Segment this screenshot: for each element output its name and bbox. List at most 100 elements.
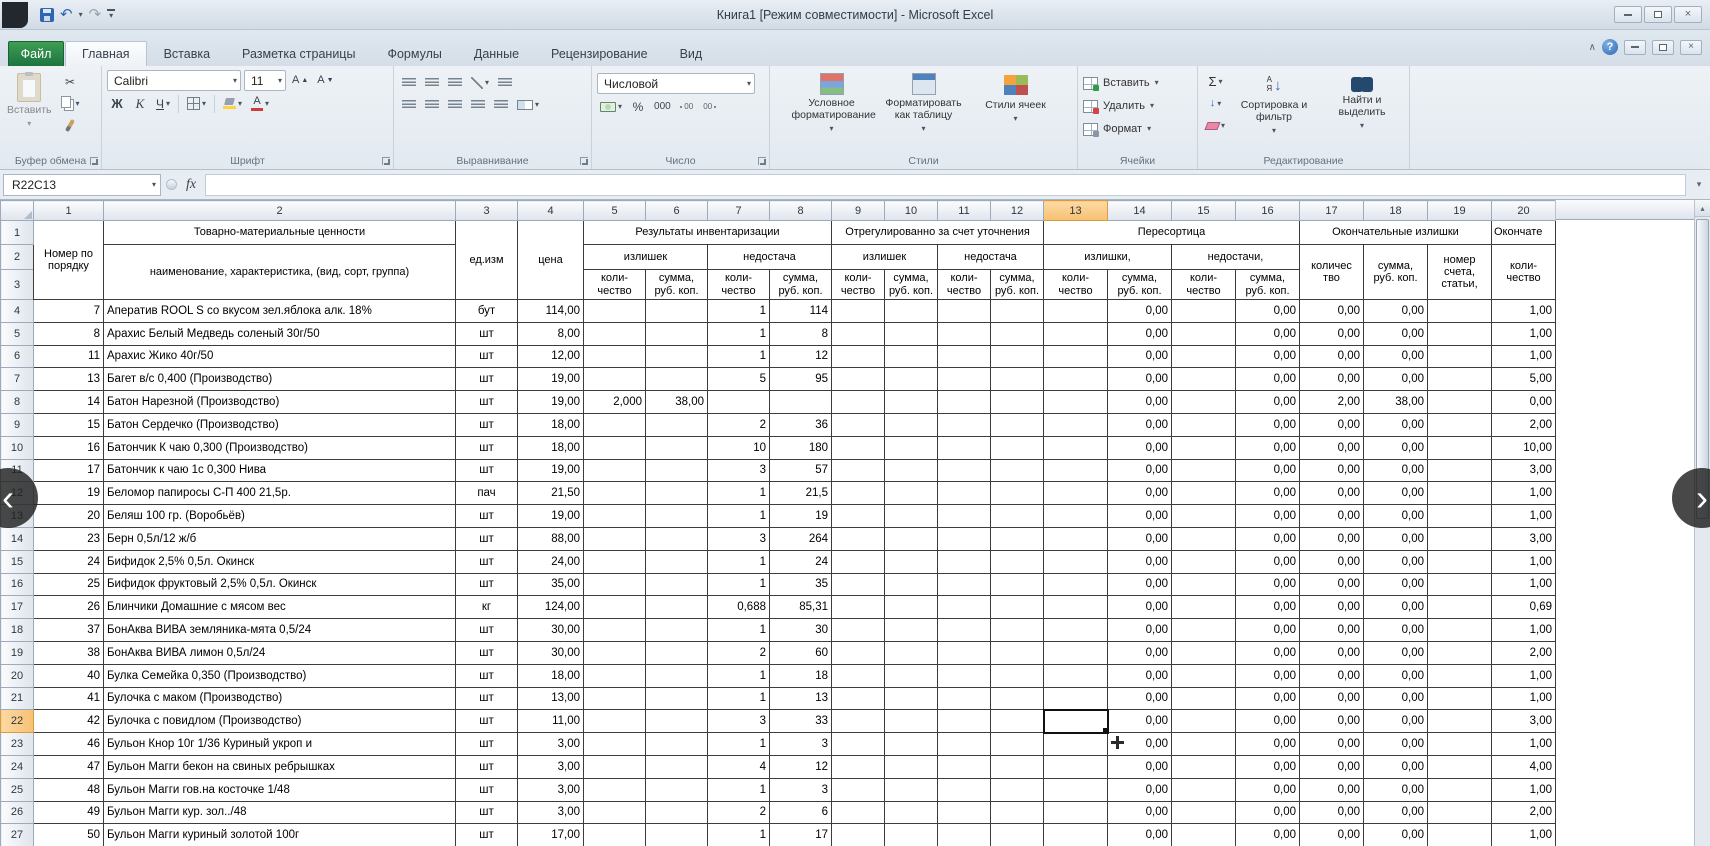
cell[interactable]: 1 <box>708 733 770 756</box>
cell[interactable] <box>1044 641 1108 664</box>
cell[interactable]: 0,00 <box>1108 619 1172 642</box>
cell[interactable]: Булочка с повидлом (Производство) <box>104 710 456 733</box>
cell[interactable]: 12,00 <box>518 345 584 368</box>
cell[interactable]: Арахис Жико 40г/50 <box>104 345 456 368</box>
column-header[interactable]: 8 <box>770 201 832 221</box>
cell[interactable]: 20 <box>34 505 104 528</box>
cell[interactable] <box>1044 664 1108 687</box>
cell[interactable] <box>991 687 1044 710</box>
cell[interactable]: шт <box>456 641 518 664</box>
cell[interactable]: 0,00 <box>1236 436 1300 459</box>
formula-input[interactable] <box>205 174 1686 196</box>
increase-decimal-button[interactable]: 00 <box>677 97 697 116</box>
decrease-decimal-button[interactable]: 00 <box>700 97 720 116</box>
cell[interactable] <box>1172 687 1236 710</box>
cell[interactable] <box>1044 482 1108 505</box>
cell[interactable]: 0,00 <box>1236 345 1300 368</box>
cell[interactable] <box>991 527 1044 550</box>
cell[interactable]: 38 <box>34 641 104 664</box>
font-size-select[interactable]: 11▾ <box>244 70 286 91</box>
cell[interactable] <box>832 824 885 846</box>
cell[interactable] <box>1428 710 1492 733</box>
tab-file[interactable]: Файл <box>8 41 64 66</box>
cell[interactable]: 0,00 <box>1300 368 1364 391</box>
cell[interactable] <box>832 482 885 505</box>
cell[interactable] <box>646 300 708 323</box>
cell[interactable]: 0,00 <box>1108 345 1172 368</box>
cell[interactable]: 30,00 <box>518 619 584 642</box>
cell[interactable]: 85,31 <box>770 596 832 619</box>
cell[interactable]: шт <box>456 527 518 550</box>
column-header[interactable]: 19 <box>1428 201 1492 221</box>
cell[interactable]: Арахис Белый Медведь соленый 30г/50 <box>104 322 456 345</box>
cell[interactable]: Багет в/с 0,400 (Производство) <box>104 368 456 391</box>
cell[interactable] <box>584 345 646 368</box>
cell[interactable]: пач <box>456 482 518 505</box>
cell[interactable] <box>885 482 938 505</box>
cell[interactable]: 2,00 <box>1492 413 1556 436</box>
cell[interactable] <box>584 436 646 459</box>
row-header[interactable]: 5 <box>1 322 34 345</box>
column-header[interactable]: 5 <box>584 201 646 221</box>
cell[interactable] <box>885 550 938 573</box>
format-as-table-button[interactable]: Форматировать как таблицу ▾ <box>882 70 966 136</box>
cell[interactable]: 0,00 <box>1300 413 1364 436</box>
cell[interactable] <box>832 300 885 323</box>
row-header[interactable]: 19 <box>1 641 34 664</box>
cell[interactable]: 3,00 <box>1492 527 1556 550</box>
cell[interactable] <box>1172 482 1236 505</box>
cell[interactable]: 0,00 <box>1236 300 1300 323</box>
cell[interactable]: шт <box>456 368 518 391</box>
cell[interactable]: Беляш 100 гр. (Воробьёв) <box>104 505 456 528</box>
cell[interactable]: шт <box>456 413 518 436</box>
cell[interactable] <box>1172 641 1236 664</box>
align-middle-button[interactable] <box>422 73 442 92</box>
cell[interactable] <box>1428 391 1492 414</box>
cell[interactable] <box>1172 322 1236 345</box>
column-header[interactable]: 15 <box>1172 201 1236 221</box>
cell[interactable]: шт <box>456 801 518 824</box>
cell[interactable]: 13,00 <box>518 687 584 710</box>
row-header[interactable]: 15 <box>1 550 34 573</box>
cell[interactable]: 0,00 <box>1236 596 1300 619</box>
cell[interactable] <box>1172 596 1236 619</box>
cell[interactable]: 0,00 <box>1236 573 1300 596</box>
cell[interactable]: 0,00 <box>1364 710 1428 733</box>
clear-button[interactable]: ▾ <box>1203 116 1228 135</box>
header-cell[interactable]: ед.изм <box>456 221 518 300</box>
redo-icon[interactable]: ↷ <box>89 7 102 22</box>
header-cell[interactable]: коли-чество <box>708 270 770 300</box>
cell[interactable]: 2,00 <box>1300 391 1364 414</box>
cell[interactable] <box>1044 550 1108 573</box>
selected-cell[interactable] <box>1044 710 1108 733</box>
cell[interactable] <box>832 710 885 733</box>
cell[interactable]: 40 <box>34 664 104 687</box>
cell[interactable] <box>832 368 885 391</box>
cell[interactable]: Булка Семейка 0,350 (Производство) <box>104 664 456 687</box>
cell[interactable]: 0,00 <box>1108 550 1172 573</box>
cell[interactable] <box>938 505 991 528</box>
cell[interactable] <box>1428 368 1492 391</box>
cell[interactable] <box>1044 459 1108 482</box>
cell[interactable]: 0,00 <box>1300 619 1364 642</box>
header-cell[interactable]: коли-чество <box>584 270 646 300</box>
cell[interactable] <box>1172 550 1236 573</box>
cell[interactable] <box>646 505 708 528</box>
header-cell[interactable]: коли-чество <box>832 270 885 300</box>
cell[interactable]: 19 <box>770 505 832 528</box>
cell[interactable]: 0,00 <box>1236 733 1300 756</box>
cell[interactable] <box>646 755 708 778</box>
cell[interactable] <box>1044 687 1108 710</box>
cell[interactable]: 3,00 <box>518 755 584 778</box>
cell[interactable]: 57 <box>770 459 832 482</box>
cell[interactable] <box>770 391 832 414</box>
cell[interactable]: 2,00 <box>1492 801 1556 824</box>
cell[interactable] <box>1044 824 1108 846</box>
shrink-font-button[interactable]: А▼ <box>314 71 336 90</box>
cell[interactable]: 14 <box>34 391 104 414</box>
cell[interactable] <box>938 550 991 573</box>
row-header[interactable]: 3 <box>1 270 34 300</box>
cell[interactable]: Бульон Магги гов.на косточке 1/48 <box>104 778 456 801</box>
cell[interactable]: 0,00 <box>1364 300 1428 323</box>
cell[interactable] <box>646 550 708 573</box>
